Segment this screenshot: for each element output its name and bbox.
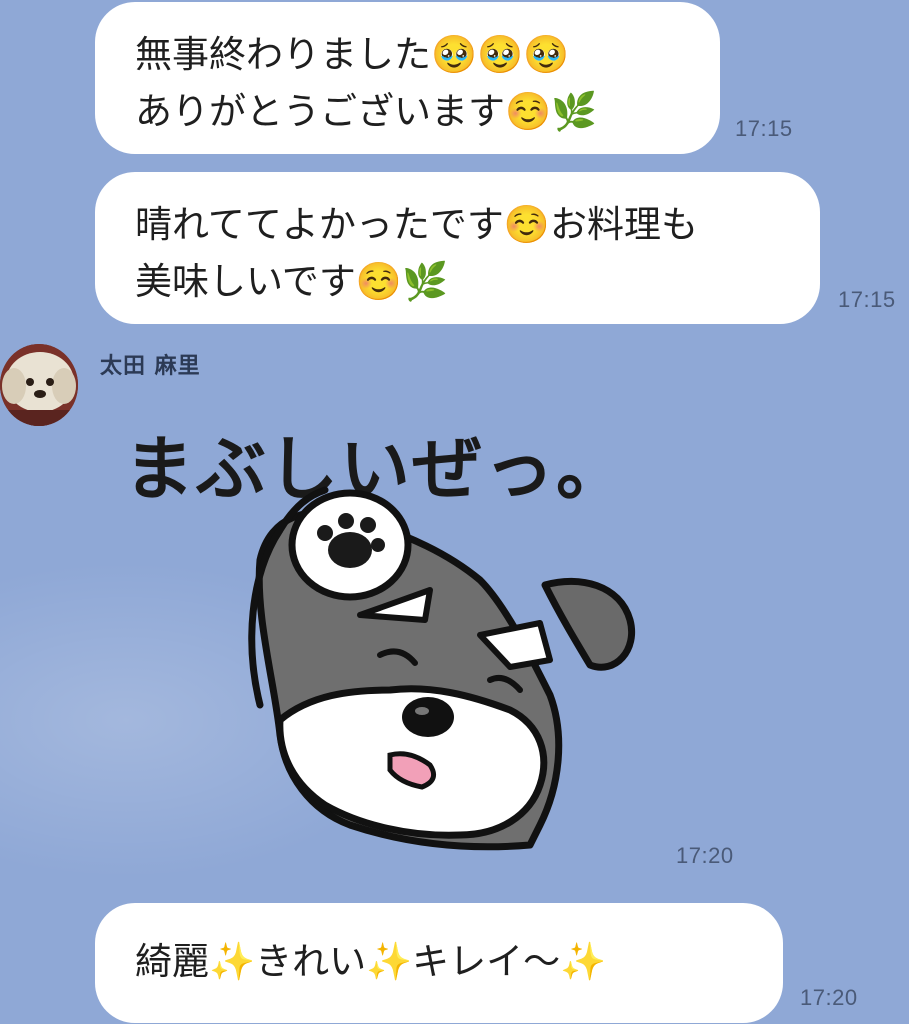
message-2-timestamp: 17:15	[838, 287, 896, 312]
message-4-line-1: 綺麗✨きれい✨キレイ〜✨	[135, 940, 607, 983]
message-2-line-1: 晴れててよかったです☺️お料理も	[135, 203, 698, 246]
message-4-timestamp: 17:20	[800, 985, 858, 1010]
message-bubble-1[interactable]: 無事終わりました🥹🥹🥹 ありがとうございます☺️🌿	[95, 2, 720, 154]
message-2-line-2: 美味しいです☺️🌿	[135, 260, 449, 303]
message-1-line-1: 無事終わりました🥹🥹🥹	[135, 33, 570, 76]
message-1-line-2: ありがとうございます☺️🌿	[135, 90, 598, 133]
message-bubble-2[interactable]: 晴れててよかったです☺️お料理も 美味しいです☺️🌿	[95, 172, 820, 324]
sender-name: 太田 麻里	[100, 354, 201, 379]
sticker-timestamp: 17:20	[676, 843, 734, 868]
dog-avatar-icon	[0, 344, 78, 426]
message-1-timestamp: 17:15	[735, 116, 793, 141]
schnauzer-sticker-icon	[248, 486, 635, 851]
sticker[interactable]: まぶしいぜっ。	[110, 405, 670, 865]
message-bubble-4[interactable]: 綺麗✨きれい✨キレイ〜✨	[95, 903, 783, 1023]
sender-avatar[interactable]	[0, 344, 78, 426]
